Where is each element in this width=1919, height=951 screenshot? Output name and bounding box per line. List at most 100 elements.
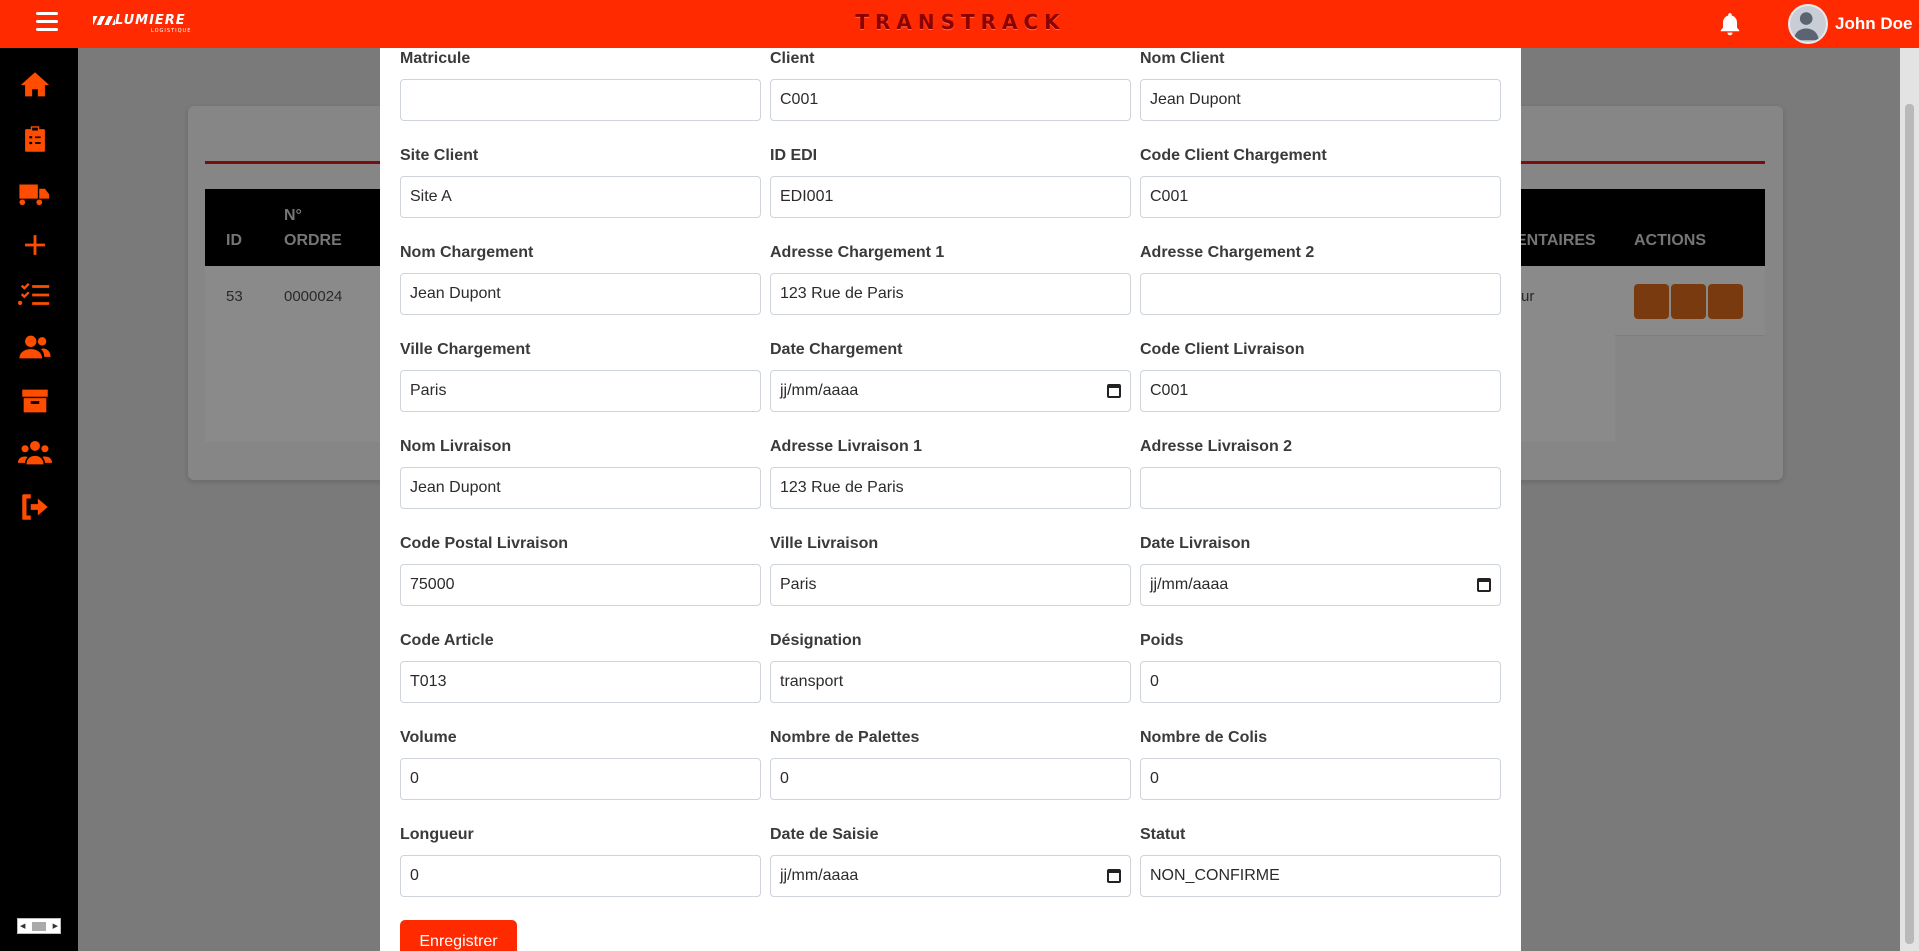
- site-client-label: Site Client: [400, 147, 479, 164]
- longueur-value: 0: [410, 867, 419, 884]
- calendar-icon[interactable]: [1107, 384, 1121, 398]
- users-icon[interactable]: [18, 330, 58, 366]
- code-postal-livraison-value: 75000: [410, 576, 455, 593]
- adresse-chargement-1-label: Adresse Chargement 1: [770, 244, 945, 261]
- order-form-modal: Enregistrer Matricule Client C001 Nom Clien…: [380, 48, 1521, 951]
- statut-input[interactable]: NON_CONFIRME: [1140, 855, 1501, 897]
- adresse-chargement-2-label: Adresse Chargement 2: [1140, 244, 1315, 261]
- confirm-button[interactable]: [1634, 284, 1669, 319]
- adresse-chargement-1-input[interactable]: 123 Rue de Paris: [770, 273, 1131, 315]
- code-article-input[interactable]: T013: [400, 661, 761, 703]
- date-livraison-value: jj/mm/aaaa: [1150, 576, 1229, 593]
- statut-label: Statut: [1140, 826, 1186, 843]
- code-client-chargement-value: C001: [1150, 188, 1189, 205]
- nombre-de-palettes-input[interactable]: 0: [770, 758, 1131, 800]
- username[interactable]: John Doe: [1835, 14, 1912, 34]
- list-check-icon[interactable]: [18, 278, 58, 314]
- nombre-de-colis-label: Nombre de Colis: [1140, 729, 1268, 746]
- nombre-de-palettes-value: 0: [780, 770, 789, 787]
- id-edi-label: ID EDI: [770, 147, 818, 164]
- code-client-livraison-label: Code Client Livraison: [1140, 341, 1305, 358]
- calendar-icon[interactable]: [1107, 869, 1121, 883]
- poids-input[interactable]: 0: [1140, 661, 1501, 703]
- nom-client-input[interactable]: Jean Dupont: [1140, 79, 1501, 121]
- code-client-livraison-input[interactable]: C001: [1140, 370, 1501, 412]
- avatar[interactable]: [1788, 4, 1828, 44]
- longueur-label: Longueur: [400, 826, 474, 843]
- volume-label: Volume: [400, 729, 457, 746]
- vertical-scrollbar[interactable]: [1900, 48, 1919, 951]
- logo-subtext: LOGISTIQUE: [151, 28, 192, 34]
- nom-livraison-input[interactable]: Jean Dupont: [400, 467, 761, 509]
- bell-icon[interactable]: [1717, 11, 1743, 37]
- client-label: Client: [770, 50, 815, 67]
- site-client-value: Site A: [410, 188, 452, 205]
- poids-value: 0: [1150, 673, 1159, 690]
- app-title: TRANSTRACK: [855, 10, 1066, 34]
- logo-text: LUMIERE: [115, 13, 186, 28]
- delete-button[interactable]: [1708, 284, 1743, 319]
- users-group-icon[interactable]: [18, 436, 58, 472]
- adresse-livraison-1-value: 123 Rue de Paris: [780, 479, 904, 496]
- site-client-input[interactable]: Site A: [400, 176, 761, 218]
- cell-comment: ur: [1521, 288, 1535, 305]
- id-edi-input[interactable]: EDI001: [770, 176, 1131, 218]
- nom-chargement-label: Nom Chargement: [400, 244, 534, 261]
- ville-chargement-input[interactable]: Paris: [400, 370, 761, 412]
- date-de-saisie-input[interactable]: jj/mm/aaaa: [770, 855, 1131, 897]
- col-ordre: ORDRE: [284, 232, 342, 249]
- box-icon[interactable]: [18, 384, 58, 420]
- col-no: N°: [284, 207, 302, 224]
- nom-client-value: Jean Dupont: [1150, 91, 1241, 108]
- nombre-de-palettes-label: Nombre de Palettes: [770, 729, 920, 746]
- volume-input[interactable]: 0: [400, 758, 761, 800]
- matricule-input[interactable]: [400, 79, 761, 121]
- sign-out-icon[interactable]: [18, 490, 58, 526]
- cell-id: 53: [226, 288, 243, 305]
- save-button[interactable]: Enregistrer: [400, 920, 517, 951]
- code-client-chargement-input[interactable]: C001: [1140, 176, 1501, 218]
- edit-button[interactable]: [1671, 284, 1706, 319]
- code-postal-livraison-input[interactable]: 75000: [400, 564, 761, 606]
- adresse-livraison-1-label: Adresse Livraison 1: [770, 438, 923, 455]
- date-chargement-input[interactable]: jj/mm/aaaa: [770, 370, 1131, 412]
- designation-input[interactable]: transport: [770, 661, 1131, 703]
- client-input[interactable]: C001: [770, 79, 1131, 121]
- calendar-icon[interactable]: [1477, 578, 1491, 592]
- truck-icon[interactable]: [18, 176, 58, 212]
- date-chargement-label: Date Chargement: [770, 341, 903, 358]
- designation-label: Désignation: [770, 632, 862, 649]
- code-client-livraison-value: C001: [1150, 382, 1189, 399]
- horizontal-scrollbar[interactable]: ◀ ▶: [17, 918, 61, 934]
- id-edi-value: EDI001: [780, 188, 834, 205]
- plus-icon[interactable]: [18, 228, 58, 264]
- date-livraison-label: Date Livraison: [1140, 535, 1251, 552]
- nom-livraison-label: Nom Livraison: [400, 438, 512, 455]
- nom-chargement-input[interactable]: Jean Dupont: [400, 273, 761, 315]
- logo[interactable]: LUMIERE LOGISTIQUE: [93, 13, 203, 35]
- adresse-livraison-1-input[interactable]: 123 Rue de Paris: [770, 467, 1131, 509]
- menu-icon[interactable]: [36, 12, 58, 32]
- matricule-label: Matricule: [400, 50, 471, 67]
- volume-value: 0: [410, 770, 419, 787]
- adresse-chargement-2-input[interactable]: [1140, 273, 1501, 315]
- home-icon[interactable]: [18, 68, 58, 104]
- code-article-label: Code Article: [400, 632, 494, 649]
- col-id: ID: [226, 232, 242, 249]
- clipboard-icon[interactable]: [18, 122, 58, 158]
- cell-ordre: 0000024: [284, 288, 343, 305]
- designation-value: transport: [780, 673, 844, 690]
- longueur-input[interactable]: 0: [400, 855, 761, 897]
- ville-livraison-value: Paris: [780, 576, 817, 593]
- ville-livraison-input[interactable]: Paris: [770, 564, 1131, 606]
- ville-chargement-value: Paris: [410, 382, 447, 399]
- adresse-livraison-2-label: Adresse Livraison 2: [1140, 438, 1293, 455]
- date-livraison-input[interactable]: jj/mm/aaaa: [1140, 564, 1501, 606]
- top-bar: LUMIERE LOGISTIQUE TRANSTRACK John Doe: [0, 0, 1919, 48]
- adresse-livraison-2-input[interactable]: [1140, 467, 1501, 509]
- nom-chargement-value: Jean Dupont: [410, 285, 501, 302]
- nombre-de-colis-value: 0: [1150, 770, 1159, 787]
- nombre-de-colis-input[interactable]: 0: [1140, 758, 1501, 800]
- client-value: C001: [780, 91, 819, 108]
- adresse-chargement-1-value: 123 Rue de Paris: [780, 285, 904, 302]
